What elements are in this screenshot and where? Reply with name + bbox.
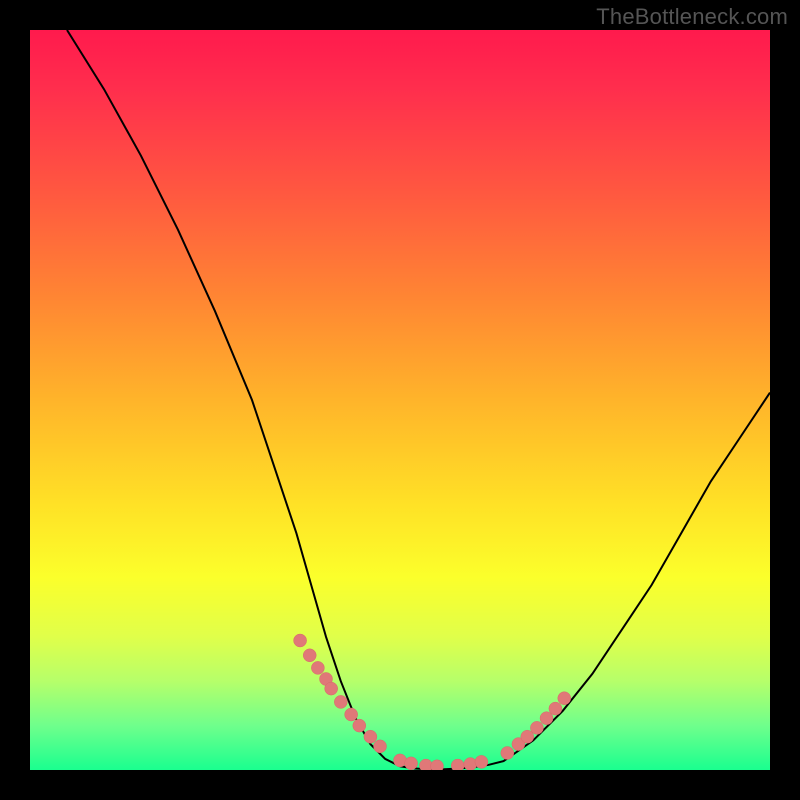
chart-plot-area	[30, 30, 770, 770]
marker-dot	[431, 760, 444, 770]
marker-group	[294, 634, 571, 770]
marker-dot	[334, 695, 347, 708]
marker-dot	[294, 634, 307, 647]
bottleneck-curve	[67, 30, 770, 769]
marker-dot	[325, 682, 338, 695]
marker-dot	[530, 721, 543, 734]
watermark-text: TheBottleneck.com	[596, 4, 788, 30]
chart-svg	[30, 30, 770, 770]
marker-dot	[501, 746, 514, 759]
marker-dot	[311, 661, 324, 674]
marker-dot	[303, 649, 316, 662]
marker-dot	[549, 702, 562, 715]
marker-dot	[405, 757, 418, 770]
marker-dot	[464, 758, 477, 770]
marker-dot	[345, 708, 358, 721]
marker-dot	[558, 692, 571, 705]
marker-dot	[364, 730, 377, 743]
marker-dot	[353, 719, 366, 732]
marker-dot	[374, 740, 387, 753]
marker-dot	[475, 755, 488, 768]
marker-dot	[451, 759, 464, 770]
marker-dot	[419, 759, 432, 770]
